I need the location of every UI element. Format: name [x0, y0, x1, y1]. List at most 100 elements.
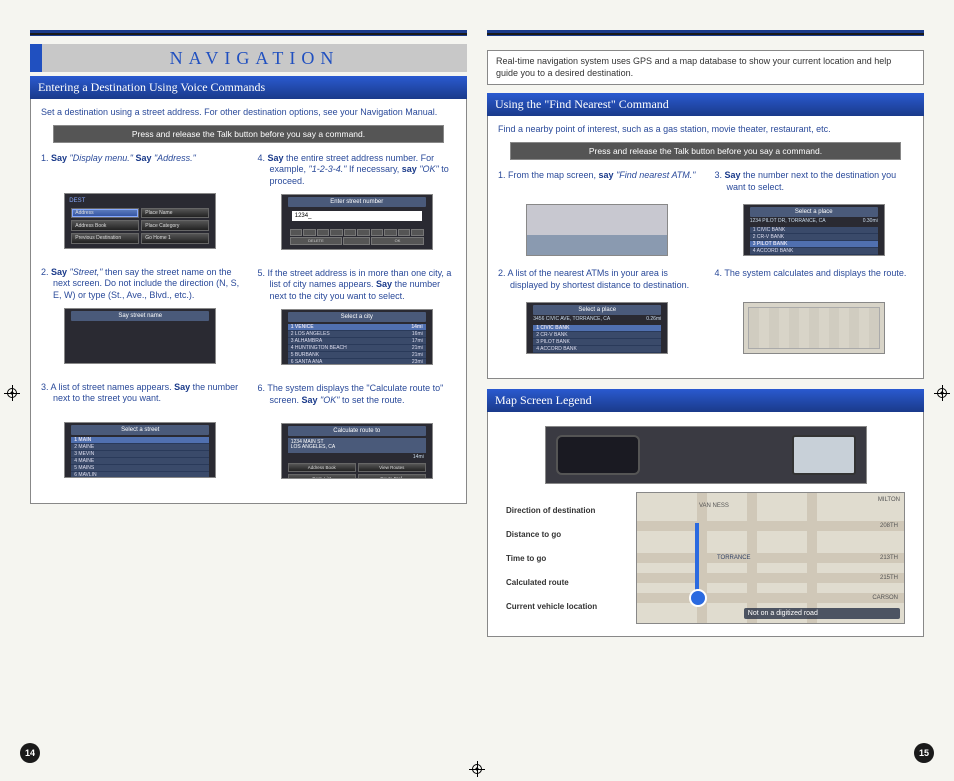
page-spread: NAVIGATION Entering a Destination Using … [0, 0, 954, 781]
talk-instruction: Press and release the Talk button before… [53, 125, 444, 143]
legend-label: Distance to go [506, 530, 636, 539]
thumb-calculate-route: Calculate route to 1234 MAIN STLOS ANGEL… [281, 423, 433, 479]
section-header-find: Using the "Find Nearest" Command [487, 93, 924, 116]
page-title: NAVIGATION [170, 48, 340, 69]
list-row: 2 MAINE [71, 444, 209, 451]
legend-label: Calculated route [506, 578, 636, 587]
find-col-2: 3. Say the number next to the destinatio… [715, 170, 914, 366]
registration-mark-icon [934, 385, 950, 401]
list-row: 4 MAINE [71, 458, 209, 465]
legend-labels: Direction of destination Distance to go … [506, 492, 636, 624]
list-row: 2 LOS ANGELES16mi [288, 331, 426, 338]
list-row: 3 PILOT BANK [533, 339, 661, 346]
thumb-select-street: Select a street 1 MAIN 2 MAINE 3 MEVIN 4… [64, 422, 216, 478]
map-street: MILTON [878, 497, 900, 503]
list-row: 1 CIVIC BANK [533, 325, 661, 332]
thumb-select-place-3: Select a place 1234 PILOT DR, TORRANCE, … [743, 204, 885, 256]
map-street: CARSON [872, 595, 898, 601]
map-screenshot: VAN NESS 208TH MILTON TORRANCE 213TH 215… [636, 492, 905, 624]
thumb-route-map [743, 302, 885, 354]
map-street: VAN NESS [699, 503, 729, 509]
legend-label: Current vehicle location [506, 602, 636, 611]
thumb-header: Calculate route to [288, 426, 426, 436]
btn-place-name: Place Name [141, 208, 209, 219]
find-step-1: 1. From the map screen, say "Find neares… [498, 170, 697, 204]
registration-mark-icon [4, 385, 20, 401]
list-row: 4 HUNTINGTON BEACH21mi [288, 345, 426, 352]
thumb-header: Select a street [71, 425, 209, 435]
nav-screen-icon [792, 435, 856, 475]
title-accent [30, 44, 42, 72]
title-body: NAVIGATION [42, 44, 467, 72]
list-row: 1 CIVIC BANK [750, 227, 878, 234]
top-rule [487, 30, 924, 36]
legend-label: Time to go [506, 554, 636, 563]
list-row: 1 VENICE14mi [288, 324, 426, 331]
calc-dist: 14mi [288, 453, 426, 461]
page-right: Real-time navigation system uses GPS and… [487, 30, 924, 741]
section-voice: Set a destination using a street address… [30, 99, 467, 504]
steps-col-2: 4. Say the entire street address number.… [258, 153, 457, 491]
intro-note: Real-time navigation system uses GPS and… [487, 50, 924, 85]
list-row: 2 CR-V BANK [533, 332, 661, 339]
calc-btn: View Routes [358, 463, 426, 472]
find-col-1: 1. From the map screen, say "Find neares… [498, 170, 697, 366]
step-3: 3. A list of street names appears. Say t… [41, 382, 240, 416]
dest-label: DEST [69, 198, 85, 204]
list-row: 3 MEVIN [71, 451, 209, 458]
find-grid: 1. From the map screen, say "Find neares… [498, 170, 913, 366]
list-row: 1 MAIN [71, 437, 209, 444]
list-row: 4 ACCORD BANK [533, 346, 661, 353]
map-street: 208TH [880, 523, 898, 529]
thumb-header: Enter street number [288, 197, 426, 207]
find-step-4: 4. The system calculates and displays th… [715, 268, 914, 302]
thumb-select-place-2: Select a place 3456 CIVIC AVE, TORRANCE,… [526, 302, 668, 354]
calc-btn: Dest. List [288, 474, 356, 479]
calc-address: 1234 MAIN STLOS ANGELES, CA [288, 438, 426, 453]
page-left: NAVIGATION Entering a Destination Using … [30, 30, 467, 741]
thumb-dest-menu: DEST Address Place Name Address Book Pla… [64, 193, 216, 249]
list-row: 4 ACCORD BANK [750, 248, 878, 255]
map-banner: Not on a digitized road [744, 608, 900, 619]
route-line-icon [695, 523, 699, 593]
list-row: 2 CR-V BANK [750, 234, 878, 241]
step-4: 4. Say the entire street address number.… [258, 153, 457, 188]
btn-place-category: Place Category [141, 220, 209, 231]
find-step-2: 2. A list of the nearest ATMs in your ar… [498, 268, 697, 302]
top-rule [30, 30, 467, 36]
list-row: 3 PILOT BANK [750, 241, 878, 248]
map-street: 213TH [880, 555, 898, 561]
gauge-cluster-icon [556, 435, 640, 475]
page-number-right: 15 [914, 743, 934, 763]
steps-grid: 1. Say "Display menu." Say "Address." DE… [41, 153, 456, 491]
btn-address-book: Address Book [71, 220, 139, 231]
section-header-voice: Entering a Destination Using Voice Comma… [30, 76, 467, 99]
vehicle-icon [689, 589, 707, 607]
thumb-header: Select a place [533, 305, 661, 315]
map-street: 215TH [880, 575, 898, 581]
find-step-3: 3. Say the number next to the destinatio… [715, 170, 914, 204]
thumb-input: 1234_ [292, 211, 422, 221]
list-row: 6 MAVLIN [71, 472, 209, 478]
map-street: TORRANCE [717, 555, 751, 561]
thumb-enter-number: Enter street number 1234_ DELETEOK [281, 194, 433, 250]
thumb-map-view [526, 204, 668, 256]
legend-label: Direction of destination [506, 506, 636, 515]
step-2: 2. Say "Street," then say the street nam… [41, 267, 240, 302]
calc-btn: Route Pref. [358, 474, 426, 479]
page-number-left: 14 [20, 743, 40, 763]
thumb-header: Select a place [750, 207, 878, 217]
step-6: 6. The system displays the "Calculate ro… [258, 383, 457, 417]
btn-previous-dest: Previous Destination [71, 233, 139, 244]
list-row: 3 ALHAMBRA17mi [288, 338, 426, 345]
list-row: 5 MAINS [71, 465, 209, 472]
thumb-header: Select a city [288, 312, 426, 322]
step-1: 1. Say "Display menu." Say "Address." [41, 153, 240, 187]
registration-mark-icon [469, 761, 485, 777]
map-legend-row: Direction of destination Distance to go … [506, 492, 905, 624]
step-5: 5. If the street address is in more than… [258, 268, 457, 303]
thumb-select-city: Select a city 1 VENICE14mi 2 LOS ANGELES… [281, 309, 433, 365]
thumb-dashboard [545, 426, 867, 484]
list-row: 6 SANTA ANA23mi [288, 359, 426, 365]
thumb-say-street: Say street name [64, 308, 216, 364]
